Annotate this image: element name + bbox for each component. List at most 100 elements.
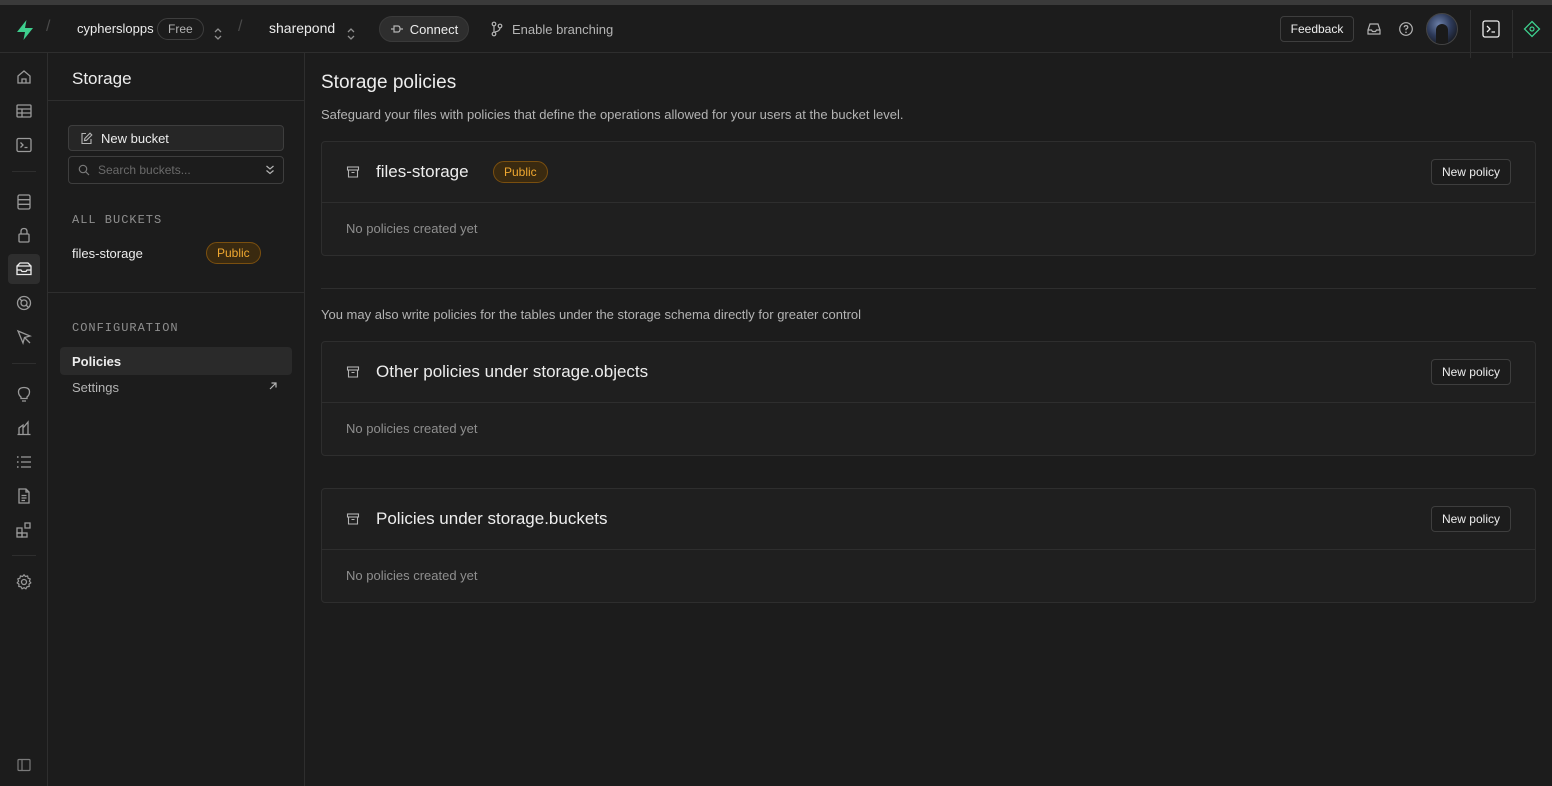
topbar-divider <box>1512 10 1513 58</box>
feedback-button[interactable]: Feedback <box>1280 16 1354 42</box>
nav-rail <box>0 53 48 786</box>
inbox-icon[interactable] <box>1366 21 1382 37</box>
breadcrumb-separator: / <box>46 18 51 35</box>
sidebar-toggle-icon <box>17 758 31 772</box>
empty-state-text: No policies created yet <box>346 221 478 236</box>
storage-icon <box>16 262 32 276</box>
public-badge: Public <box>493 161 548 183</box>
git-branch-icon <box>491 21 503 37</box>
search-buckets-input[interactable] <box>98 163 258 177</box>
connect-button[interactable]: Connect <box>379 16 469 42</box>
external-link-icon <box>269 382 277 390</box>
avatar[interactable] <box>1426 13 1458 45</box>
menu-item-policies[interactable]: Policies <box>60 347 292 375</box>
nav-table-editor[interactable] <box>8 96 40 126</box>
card-header: files-storage Public New policy <box>322 142 1535 203</box>
chevrons-down-icon[interactable] <box>265 164 275 176</box>
bucket-name: files-storage <box>72 245 143 261</box>
new-policy-button[interactable]: New policy <box>1430 506 1511 532</box>
project-name[interactable]: sharepond <box>269 20 335 36</box>
rail-separator <box>12 363 36 364</box>
card-body: No policies created yet <box>322 403 1535 455</box>
archive-icon <box>346 166 360 178</box>
bucket-item-files-storage[interactable]: files-storage Public <box>60 239 292 267</box>
policy-card-storage-objects: Other policies under storage.objects New… <box>321 341 1536 456</box>
breadcrumb-separator: / <box>238 18 243 35</box>
empty-state-text: No policies created yet <box>346 568 478 583</box>
nav-logs[interactable] <box>8 447 40 477</box>
terminal-icon[interactable] <box>1482 20 1500 38</box>
card-title: Other policies under storage.objects <box>376 362 649 381</box>
auth-icon <box>18 227 30 243</box>
topbar-divider <box>1470 10 1471 58</box>
nav-project-settings[interactable] <box>8 567 40 597</box>
card-header: Other policies under storage.objects New… <box>322 342 1535 403</box>
settings-icon <box>16 573 32 590</box>
nav-home[interactable] <box>8 62 40 92</box>
policy-card-storage-buckets: Policies under storage.buckets New polic… <box>321 488 1536 603</box>
nav-sql-editor[interactable] <box>8 130 40 160</box>
enable-branching-button[interactable]: Enable branching <box>490 16 613 42</box>
enable-branching-label: Enable branching <box>512 21 614 37</box>
nav-authentication[interactable] <box>8 220 40 250</box>
page-title: Storage policies <box>321 72 457 93</box>
new-policy-button[interactable]: New policy <box>1430 159 1511 185</box>
page-description: Safeguard your files with policies that … <box>321 107 904 122</box>
menu-item-settings[interactable]: Settings <box>60 373 292 401</box>
top-bar: / cypherslopps Free / sharepond Connect … <box>0 5 1552 58</box>
card-title: files-storage <box>376 162 469 181</box>
nav-database[interactable] <box>8 187 40 217</box>
search-buckets[interactable] <box>68 156 284 184</box>
menu-title: Storage <box>72 69 132 88</box>
menu-divider <box>48 292 304 293</box>
new-bucket-button[interactable]: New bucket <box>68 125 284 151</box>
reports-icon <box>17 420 31 436</box>
sql-editor-icon <box>16 137 32 153</box>
logs-icon <box>16 456 31 468</box>
public-badge: Public <box>206 242 261 264</box>
nav-realtime[interactable] <box>8 288 40 318</box>
nav-advisors[interactable] <box>8 379 40 409</box>
new-bucket-label: New bucket <box>101 130 169 146</box>
configuration-heading: CONFIGURATION <box>72 321 179 335</box>
rail-separator <box>12 171 36 172</box>
nav-storage[interactable] <box>8 254 40 284</box>
help-icon[interactable] <box>1398 21 1414 37</box>
storage-menu: Storage New bucket ALL BUCKETS files-sto… <box>48 53 305 786</box>
new-policy-button[interactable]: New policy <box>1430 359 1511 385</box>
card-title: Policies under storage.buckets <box>376 509 608 528</box>
menu-item-settings-label: Settings <box>72 379 119 395</box>
nav-api-docs[interactable] <box>8 481 40 511</box>
policy-card-files-storage: files-storage Public New policy No polic… <box>321 141 1536 256</box>
card-body: No policies created yet <box>322 203 1535 255</box>
org-switcher-chevron-icon[interactable] <box>212 27 224 41</box>
nav-integrations[interactable] <box>8 515 40 545</box>
edit-icon <box>81 131 93 144</box>
all-buckets-heading: ALL BUCKETS <box>72 213 163 227</box>
assistant-icon[interactable] <box>1523 20 1541 38</box>
section-divider <box>321 288 1536 289</box>
supabase-logo-icon[interactable] <box>14 19 36 41</box>
table-editor-icon <box>16 104 32 118</box>
connect-label: Connect <box>409 21 459 37</box>
archive-icon <box>346 513 360 525</box>
rail-separator <box>12 555 36 556</box>
card-body: No policies created yet <box>322 550 1535 602</box>
archive-icon <box>346 366 360 378</box>
org-name[interactable]: cypherslopps <box>77 21 154 36</box>
empty-state-text: No policies created yet <box>346 421 478 436</box>
nav-reports[interactable] <box>8 413 40 443</box>
plan-badge: Free <box>157 18 204 40</box>
nav-edge-functions[interactable] <box>8 322 40 352</box>
integrations-icon <box>16 522 31 538</box>
home-icon <box>17 70 31 84</box>
database-icon <box>17 194 31 210</box>
main-content: Storage policies Safeguard your files wi… <box>305 53 1552 786</box>
api-docs-icon <box>18 488 30 504</box>
realtime-icon <box>16 295 32 311</box>
project-switcher-chevron-icon[interactable] <box>345 27 357 41</box>
advisors-icon <box>17 386 31 402</box>
schema-note: You may also write policies for the tabl… <box>321 307 862 322</box>
sidebar-toggle[interactable] <box>8 750 40 780</box>
edge-functions-icon <box>16 329 32 345</box>
